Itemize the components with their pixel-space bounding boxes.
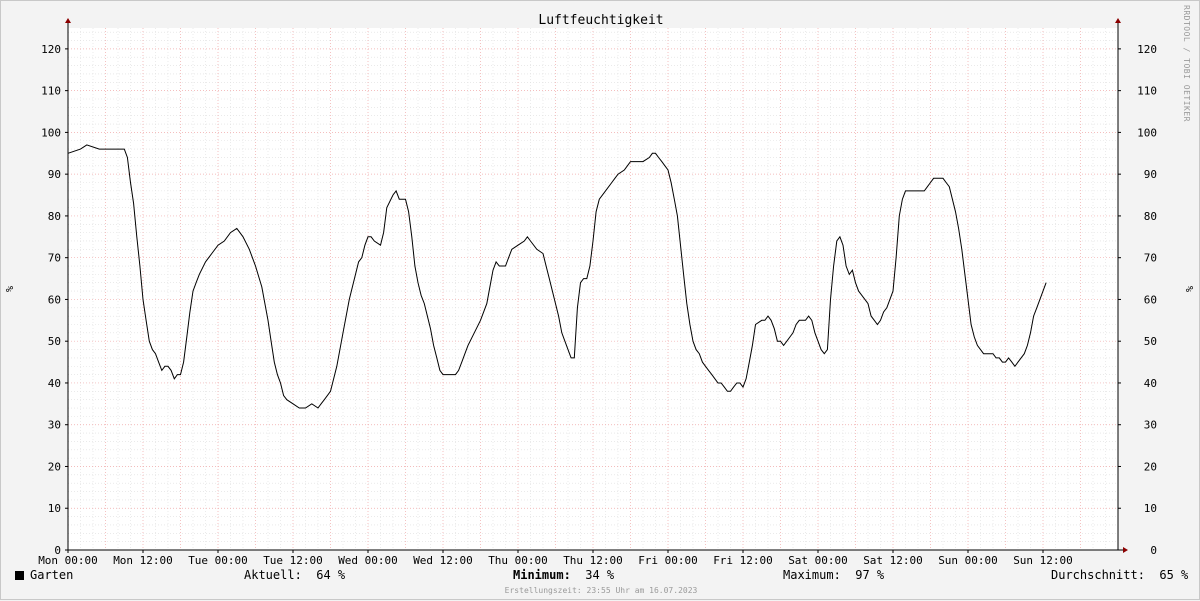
y-tick-label-right: 90 bbox=[1144, 168, 1157, 181]
y-tick-label-left: 90 bbox=[48, 168, 61, 181]
y-tick-label-left: 50 bbox=[48, 335, 61, 348]
y-tick-label-left: 20 bbox=[48, 460, 61, 473]
y-tick-label-right: 60 bbox=[1144, 293, 1157, 306]
legend-max-label: Maximum: bbox=[783, 568, 841, 582]
y-tick-label-left: 120 bbox=[41, 43, 61, 56]
y-tick-label-right: 40 bbox=[1144, 377, 1157, 390]
x-tick-label: Sun 12:00 bbox=[1013, 554, 1073, 567]
legend-maximum: Maximum: 97 % bbox=[783, 568, 884, 582]
y-tick-label-left: 40 bbox=[48, 377, 61, 390]
legend-current-value: 64 % bbox=[316, 568, 346, 582]
legend-current: Aktuell: 64 % bbox=[244, 568, 345, 582]
y-tick-label-left: 60 bbox=[48, 293, 61, 306]
x-tick-label: Wed 12:00 bbox=[413, 554, 473, 567]
x-tick-label: Wed 00:00 bbox=[338, 554, 398, 567]
x-tick-label: Tue 00:00 bbox=[188, 554, 248, 567]
x-tick-label: Fri 12:00 bbox=[713, 554, 773, 567]
y-axis-arrow-left bbox=[65, 18, 71, 23]
y-tick-label-left: 80 bbox=[48, 210, 61, 223]
y-tick-label-left: 110 bbox=[41, 85, 61, 98]
y-axis-label-right: % bbox=[1185, 286, 1196, 292]
legend-max-value: 97 % bbox=[855, 568, 885, 582]
y-tick-label-right: 120 bbox=[1137, 43, 1157, 56]
legend-average: Durchschnitt: 65 % bbox=[1051, 568, 1188, 582]
legend-min-label: Minimum: bbox=[513, 568, 571, 582]
legend-swatch bbox=[15, 571, 24, 580]
y-axis-arrow-right bbox=[1115, 18, 1121, 23]
legend-current-label: Aktuell: bbox=[244, 568, 302, 582]
legend-min-value: 34 % bbox=[585, 568, 615, 582]
x-tick-label: Thu 00:00 bbox=[488, 554, 548, 567]
y-tick-label-right: 20 bbox=[1144, 460, 1157, 473]
rrdtool-credit: RRDTOOL / TOBI OETIKER bbox=[1182, 5, 1191, 122]
y-tick-label-left: 30 bbox=[48, 419, 61, 432]
y-tick-label-right: 80 bbox=[1144, 210, 1157, 223]
y-tick-label-left: 70 bbox=[48, 252, 61, 265]
y-tick-label-right: 70 bbox=[1144, 252, 1157, 265]
chart-window: 0 0 10 10 20 20 30 30 40 40 50 50 60 60 70 70 80 80 90 90 10… bbox=[0, 0, 1200, 600]
x-tick-label: Mon 12:00 bbox=[113, 554, 173, 567]
chart-title: Luftfeuchtigkeit bbox=[538, 13, 663, 28]
y-tick-label-right: 30 bbox=[1144, 419, 1157, 432]
legend-minimum: Minimum: 34 % bbox=[513, 568, 614, 582]
legend-series-label: Garten bbox=[30, 568, 74, 582]
x-axis-arrow bbox=[1123, 547, 1128, 553]
x-tick-label: Sun 00:00 bbox=[938, 554, 998, 567]
x-tick-label: Tue 12:00 bbox=[263, 554, 323, 567]
y-tick-label-right: 50 bbox=[1144, 335, 1157, 348]
y-tick-label-right: 100 bbox=[1137, 126, 1157, 139]
x-tick-label: Mon 00:00 bbox=[38, 554, 98, 567]
y-tick-label-left: 10 bbox=[48, 502, 61, 515]
humidity-chart: 0 010 1020 2030 3040 4050 5060 6070 7080 8090 9010… bbox=[5, 13, 1196, 567]
y-tick-label-right: 110 bbox=[1137, 85, 1157, 98]
x-tick-label: Thu 12:00 bbox=[563, 554, 623, 567]
x-tick-label: Sat 00:00 bbox=[788, 554, 848, 567]
x-tick-label: Sat 12:00 bbox=[863, 554, 923, 567]
legend-series: Garten bbox=[15, 568, 73, 582]
y-axis-label-left: % bbox=[5, 286, 16, 292]
legend-avg-label: Durchschnitt: bbox=[1051, 568, 1145, 582]
y-tick-label-right: 10 bbox=[1144, 502, 1157, 515]
x-tick-label: Fri 00:00 bbox=[638, 554, 698, 567]
legend-avg-value: 65 % bbox=[1159, 568, 1189, 582]
y-tick-label-right: 0 bbox=[1150, 544, 1157, 557]
y-tick-label-left: 100 bbox=[41, 126, 61, 139]
creation-time-footer: Erstellungszeit: 23:55 Uhr am 16.07.2023 bbox=[504, 586, 698, 595]
